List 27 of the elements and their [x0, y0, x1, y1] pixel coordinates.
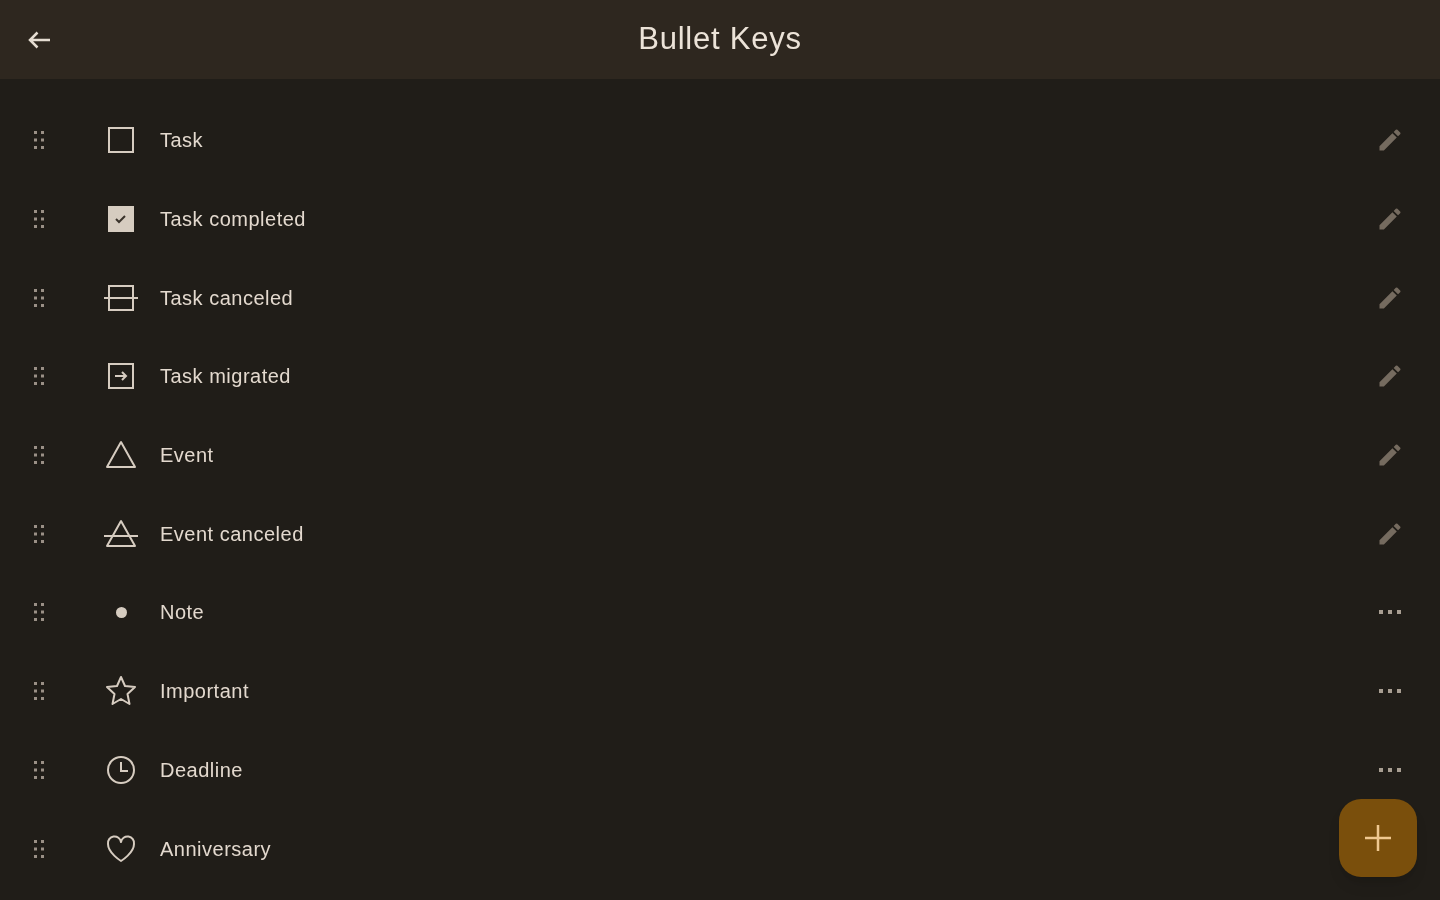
- key-label: Event canceled: [160, 521, 304, 547]
- more-icon: [1378, 609, 1402, 616]
- key-label: Important: [160, 679, 249, 705]
- bullet-key-row[interactable]: Task migrated: [0, 337, 1440, 416]
- bullet-key-row[interactable]: Important: [0, 651, 1440, 731]
- key-label: Task: [160, 128, 204, 154]
- bullet-key-row[interactable]: Task: [0, 101, 1440, 180]
- bullet-key-row[interactable]: Task canceled: [0, 258, 1440, 338]
- bullet-key-row[interactable]: Task completed: [0, 179, 1440, 259]
- key-label: Deadline: [160, 757, 243, 783]
- key-label: Task completed: [160, 207, 306, 233]
- bullet-key-row[interactable]: Event: [0, 415, 1440, 495]
- more-icon: [1378, 766, 1402, 773]
- bullet-key-row[interactable]: Deadline: [0, 730, 1440, 810]
- more-icon: [1378, 688, 1402, 695]
- bullet-key-row[interactable]: Event canceled: [0, 494, 1440, 574]
- key-label: Task migrated: [160, 364, 291, 390]
- plus-icon: [1363, 823, 1393, 853]
- key-label: Task canceled: [160, 285, 294, 311]
- bullet-key-row[interactable]: Anniversary: [0, 809, 1440, 888]
- key-label: Anniversary: [160, 836, 272, 862]
- page-title: Bullet Keys: [638, 20, 802, 59]
- key-label: Note: [160, 600, 205, 626]
- bullet-key-row[interactable]: Note: [0, 573, 1440, 652]
- key-label: Event: [160, 443, 214, 469]
- add-button[interactable]: [1339, 799, 1417, 877]
- dot-icon: [115, 606, 127, 618]
